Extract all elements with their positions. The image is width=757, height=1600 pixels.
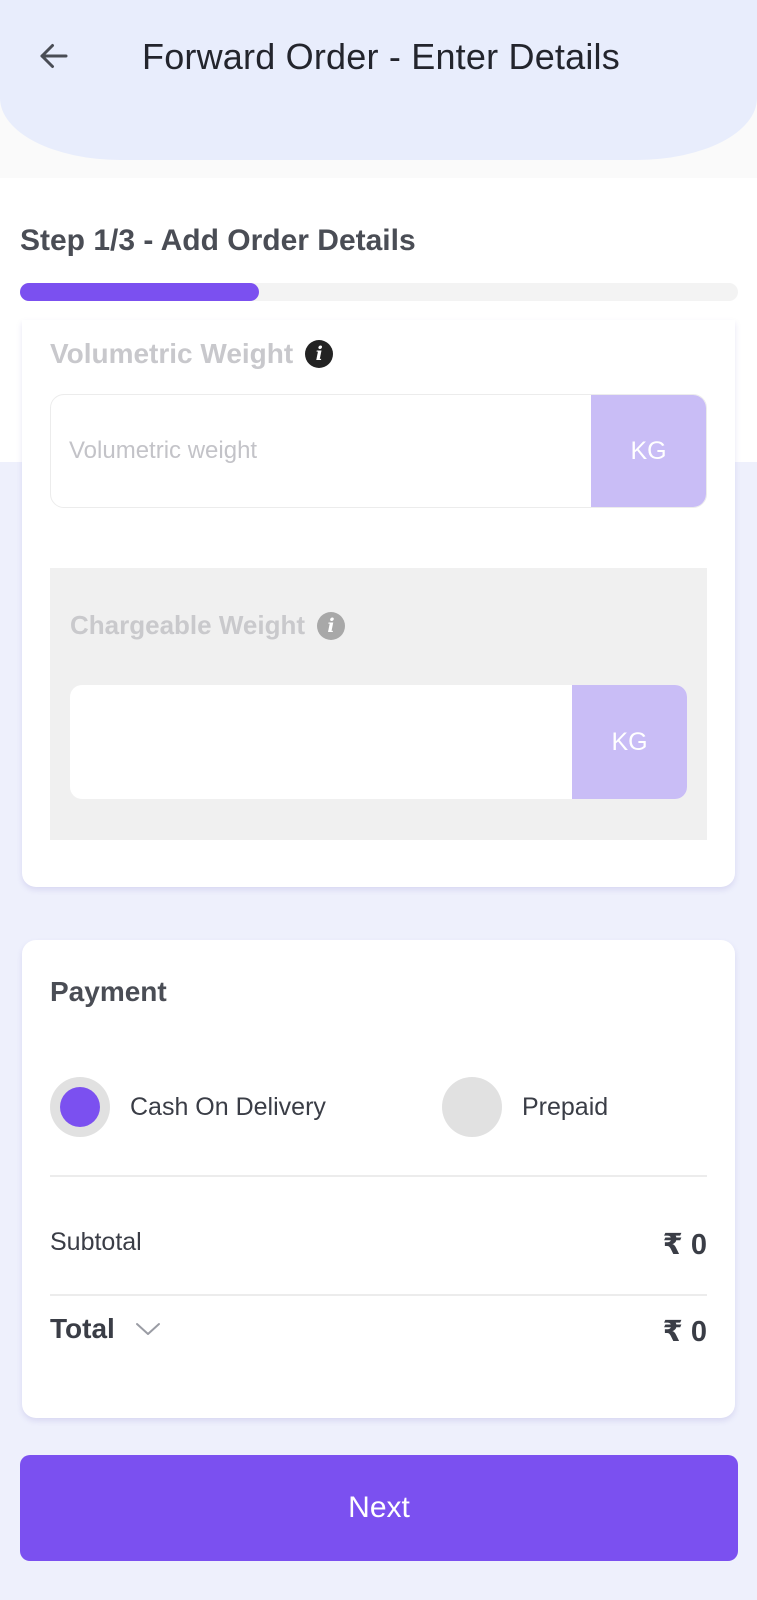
payment-title: Payment [50, 976, 167, 1007]
next-button[interactable]: Next [20, 1455, 738, 1561]
chargeable-weight-title: Chargeable Weight i [70, 610, 346, 641]
radio-button-unchecked[interactable] [442, 1077, 502, 1137]
header [0, 0, 757, 160]
chargeable-weight-input [70, 685, 570, 799]
chargeable-weight-panel: Chargeable Weight i KG [50, 568, 707, 840]
volumetric-weight-title: Volumetric Weight i [50, 338, 334, 370]
divider [50, 1294, 707, 1296]
total-value: ₹ 0 [662, 1316, 707, 1348]
total-label: Total [50, 1313, 115, 1344]
total-toggle[interactable]: Total [50, 1313, 161, 1345]
page-title: Forward Order - Enter Details [142, 36, 620, 77]
info-icon[interactable]: i [317, 611, 346, 640]
divider [50, 1175, 707, 1177]
volumetric-weight-label: Volumetric Weight [50, 338, 294, 369]
info-icon[interactable]: i [305, 340, 334, 368]
back-button[interactable] [30, 32, 78, 80]
step-label: Step 1/3 - Add Order Details [20, 224, 416, 257]
progress-bar-fill [20, 283, 259, 301]
payment-option-label: Cash On Delivery [130, 1092, 326, 1121]
subtotal-label: Subtotal [50, 1228, 142, 1256]
volumetric-weight-field: KG [50, 394, 707, 508]
payment-option-label: Prepaid [522, 1092, 609, 1121]
volumetric-weight-unit: KG [591, 395, 706, 507]
payment-option-prepaid[interactable]: Prepaid [442, 1077, 608, 1137]
payment-option-cod[interactable]: Cash On Delivery [50, 1077, 326, 1137]
progress-bar [20, 283, 738, 301]
chargeable-weight-field: KG [70, 685, 687, 799]
chargeable-weight-unit: KG [572, 685, 687, 799]
chargeable-weight-label: Chargeable Weight [70, 610, 306, 640]
subtotal-value: ₹ 0 [662, 1229, 707, 1261]
volumetric-weight-input[interactable] [51, 395, 591, 507]
chevron-down-icon [135, 1323, 160, 1335]
payment-card: Payment Cash On Delivery Prepaid Subtota… [22, 940, 735, 1418]
radio-button-checked[interactable] [50, 1077, 110, 1137]
arrow-left-icon [40, 44, 68, 68]
